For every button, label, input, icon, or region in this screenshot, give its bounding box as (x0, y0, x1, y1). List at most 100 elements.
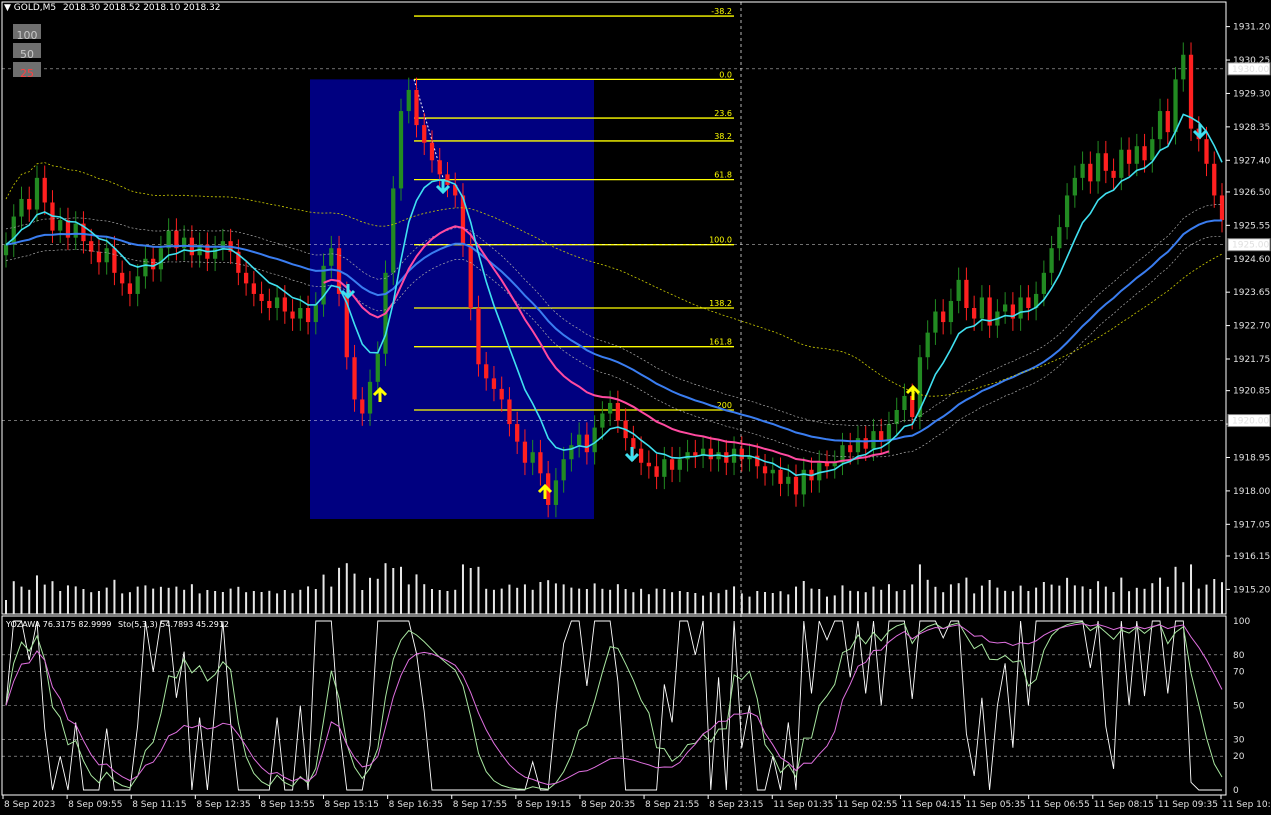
volume-bar (663, 589, 666, 614)
candle-body (398, 111, 404, 189)
time-tick-label: 11 Sep 10:55 (1222, 800, 1271, 810)
zoom-button-100[interactable]: 100 (13, 24, 41, 42)
candle-body (34, 177, 40, 210)
time-tick-label: 8 Sep 11:15 (132, 800, 186, 810)
symbol-header: ▼ GOLD,M5 2018.30 2018.52 2018.10 2018.3… (4, 3, 220, 13)
volume-bar (74, 586, 77, 614)
volume-bar (632, 592, 635, 614)
volume-bar (1027, 591, 1030, 614)
zoom-button-50-label: 50 (20, 48, 34, 61)
arrow-down-icon (1192, 124, 1208, 140)
volume-bar (415, 574, 418, 614)
candle-body (538, 452, 543, 474)
candle-body (1181, 54, 1186, 80)
volume-bar (384, 563, 387, 614)
candle-body (151, 258, 156, 270)
trading-chart[interactable]: -38.2 0.0 23.6 38.2 61.8 100.0 138.2 161.8 20 0 19… (0, 0, 1271, 815)
volume-bar (322, 574, 325, 614)
volume-bar (1213, 579, 1216, 614)
candle-body (762, 466, 768, 474)
volume-bar (1205, 584, 1208, 614)
candle-body (979, 297, 985, 319)
volume-bar (973, 593, 976, 614)
time-tick-label: 8 Sep 09:55 (68, 800, 122, 810)
volume-bar (1197, 588, 1200, 614)
price-marker-label: 1930.00 (1232, 65, 1269, 75)
candle-body (577, 434, 582, 446)
candle-body (817, 462, 822, 481)
candle-body (42, 177, 47, 203)
chart-canvas[interactable]: -38.2 0.0 23.6 38.2 61.8 100.0 138.2 161.8 20 0 19… (0, 0, 1271, 815)
candle-body (669, 459, 675, 470)
candle-body (778, 469, 783, 484)
volume-bar (516, 587, 519, 614)
volume-bar (609, 589, 612, 614)
candle-body (58, 220, 63, 231)
candle-body (739, 448, 744, 460)
zoom-button-50[interactable]: 50 (13, 43, 41, 61)
candle-body (73, 223, 78, 238)
volume-bar (190, 584, 193, 614)
candle-body (158, 248, 164, 270)
volume-bar (764, 592, 767, 614)
band-upper-line (5, 204, 1222, 426)
time-tick-label: 8 Sep 12:35 (196, 800, 250, 810)
candle-body (429, 142, 435, 161)
collapse-triangle-icon[interactable]: ▼ (4, 3, 11, 13)
volume-bar (314, 589, 317, 614)
volume-bar (733, 586, 736, 614)
candle-body (1041, 272, 1046, 294)
yozawa-label: YOZAWA 76.3175 82.9999 (6, 620, 112, 629)
ma-blue-line (5, 219, 1222, 443)
zoom-button-25[interactable]: 25 (13, 62, 41, 80)
candle-body (1064, 195, 1070, 228)
volume-bar (1151, 583, 1154, 614)
candle-body (329, 248, 334, 266)
volume-bar (1073, 585, 1076, 614)
volume-bar (934, 586, 937, 614)
volume-bar (926, 579, 929, 614)
volume-bar (841, 585, 844, 614)
price-tick-label: 1916.15 (1233, 552, 1270, 562)
candle-body (708, 448, 713, 460)
candle-body (468, 244, 473, 308)
candle-body (1142, 146, 1147, 161)
candle-body (391, 188, 396, 273)
volume-bar (686, 592, 689, 614)
volume-bar (1112, 592, 1115, 614)
candle-body (1126, 149, 1132, 164)
candle-body (27, 198, 32, 210)
candle-body (274, 297, 280, 308)
volume-bar (1058, 585, 1061, 614)
candle-body (662, 459, 667, 477)
volume-bar (283, 590, 286, 614)
volume-bar (1174, 566, 1177, 614)
candle-body (1072, 177, 1077, 196)
volume-bar (988, 580, 991, 614)
volume-bar (469, 568, 472, 614)
candle-body (600, 413, 605, 428)
volume-bar (1104, 586, 1107, 614)
candle-body (1080, 163, 1085, 178)
time-tick-label: 11 Sep 09:35 (1158, 800, 1218, 810)
candle-body (964, 279, 969, 308)
volume-bar (678, 591, 681, 614)
price-marker-label: 1925.00 (1232, 241, 1269, 251)
volume-bar (849, 590, 852, 614)
volume-bar (1066, 577, 1069, 614)
volume-bar (616, 584, 619, 614)
time-tick-label: 8 Sep 23:15 (709, 800, 763, 810)
volume-bar (717, 593, 720, 614)
volume-bar (97, 591, 100, 614)
volume-bar (221, 592, 224, 614)
volume-bar (268, 590, 271, 614)
candle-body (522, 441, 528, 463)
volume-bar (1004, 590, 1007, 614)
candle-body (499, 388, 504, 400)
volume-bar (338, 567, 341, 614)
candle-body (1111, 170, 1116, 178)
volume-bar (702, 595, 705, 614)
volume-bar (779, 591, 782, 614)
time-tick-label: 8 Sep 13:55 (260, 800, 314, 810)
candle-body (127, 283, 133, 294)
